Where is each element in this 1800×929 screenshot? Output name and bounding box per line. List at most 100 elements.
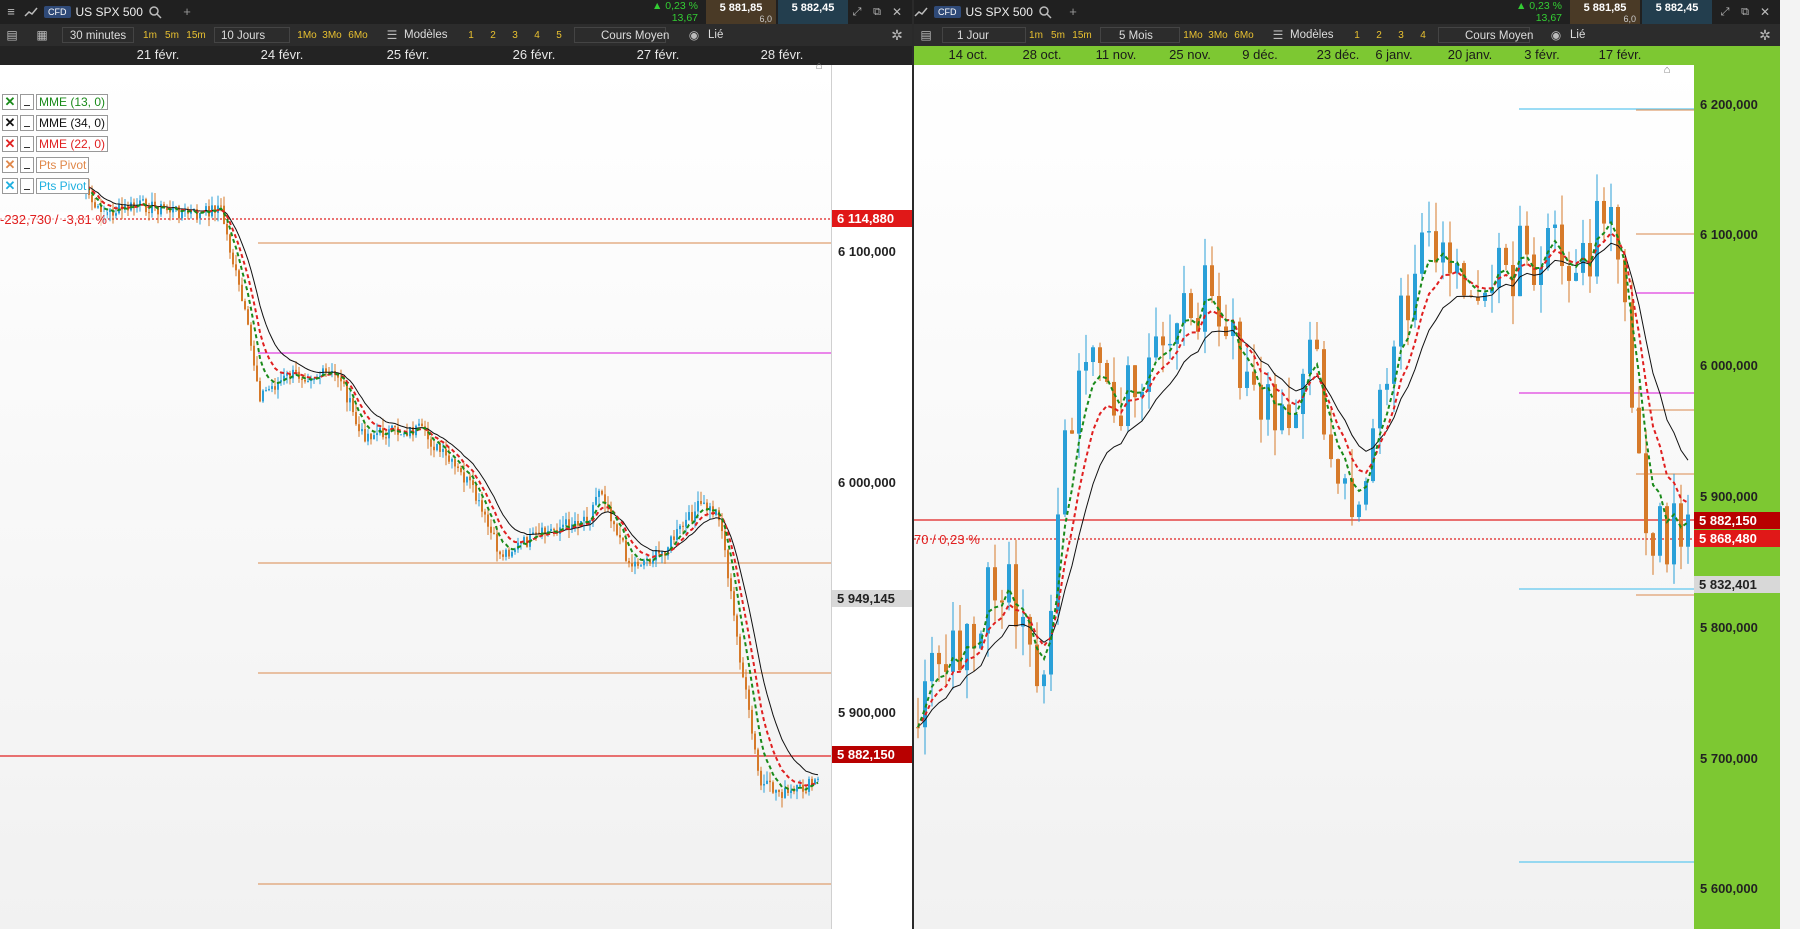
right-price-chart[interactable] bbox=[914, 65, 1694, 929]
candle-body bbox=[1189, 293, 1193, 319]
popout-icon[interactable]: ⧉ bbox=[1738, 0, 1752, 24]
eye-icon[interactable]: ◉ bbox=[686, 24, 702, 46]
popout-icon[interactable]: ⧉ bbox=[870, 0, 884, 24]
candle-body bbox=[1658, 506, 1662, 556]
expand-icon[interactable]: ⤢ bbox=[1718, 0, 1732, 24]
legend-ema13[interactable]: ✕ MME (13, 0) bbox=[2, 93, 109, 111]
candle-body bbox=[577, 520, 579, 526]
quick-period-3mo[interactable]: 3Mo bbox=[1206, 28, 1230, 43]
linked-toggle[interactable]: Lié bbox=[708, 27, 738, 43]
legend-pivots-blue[interactable]: ✕ Pts Pivot bbox=[2, 177, 90, 195]
candle-body bbox=[1077, 370, 1081, 434]
candle-body bbox=[1378, 389, 1382, 429]
home-icon[interactable]: ⌂ bbox=[1660, 62, 1674, 78]
quick-period-1mo[interactable]: 1Mo bbox=[296, 28, 318, 43]
linked-toggle[interactable]: Lié bbox=[1570, 27, 1600, 43]
slot-3[interactable]: 3 bbox=[506, 28, 524, 43]
quick-interval-1m[interactable]: 1m bbox=[140, 28, 160, 43]
interval-select[interactable]: 30 minutes bbox=[62, 27, 134, 43]
close-icon[interactable]: ✕ bbox=[1758, 0, 1772, 24]
search-icon[interactable] bbox=[149, 5, 162, 19]
price-type-select[interactable]: Cours Moyen bbox=[574, 27, 669, 43]
quick-interval-15m[interactable]: 15m bbox=[184, 28, 208, 43]
toggle-icon[interactable]: ✕ bbox=[2, 157, 18, 173]
candle-body bbox=[1084, 362, 1088, 371]
left-date-axis: 21 févr. 24 févr. 25 févr. 26 févr. 27 f… bbox=[0, 46, 912, 65]
quick-period-3mo[interactable]: 3Mo bbox=[320, 28, 344, 43]
triangle-up-icon: ▲ bbox=[1515, 0, 1527, 12]
plus-icon[interactable]: + bbox=[180, 0, 194, 24]
eye-icon[interactable]: ◉ bbox=[1548, 24, 1564, 46]
settings-icon[interactable]: ✲ bbox=[888, 24, 906, 46]
settings-icon[interactable]: ✲ bbox=[1756, 24, 1774, 46]
toggle-icon[interactable]: ✕ bbox=[2, 115, 18, 131]
slot-2[interactable]: 2 bbox=[484, 28, 502, 43]
candle-body bbox=[265, 390, 267, 392]
candle-body bbox=[256, 365, 258, 382]
models-button[interactable]: Modèles bbox=[1290, 27, 1346, 43]
quick-interval-5m[interactable]: 5m bbox=[1048, 28, 1068, 43]
quick-period-6mo[interactable]: 6Mo bbox=[346, 28, 370, 43]
date-tick: 28 oct. bbox=[1022, 47, 1062, 62]
slot-1[interactable]: 1 bbox=[462, 28, 480, 43]
left-instrument-tab[interactable]: CFD US SPX 500 bbox=[24, 0, 162, 24]
candle-body bbox=[1210, 265, 1214, 296]
expand-icon[interactable]: ⤢ bbox=[850, 0, 864, 24]
candle-body bbox=[451, 459, 453, 462]
slot-4[interactable]: 4 bbox=[1414, 28, 1432, 43]
slot-5[interactable]: 5 bbox=[550, 28, 568, 43]
slot-3[interactable]: 3 bbox=[1392, 28, 1410, 43]
quick-interval-1m[interactable]: 1m bbox=[1026, 28, 1046, 43]
period-select[interactable]: 10 Jours bbox=[214, 27, 290, 43]
candle-body bbox=[1238, 321, 1242, 388]
toggle-icon[interactable]: ✕ bbox=[2, 136, 18, 152]
quick-interval-15m[interactable]: 15m bbox=[1070, 28, 1094, 43]
buy-price-button[interactable]: 5 882,45 bbox=[1642, 0, 1712, 24]
candle-body bbox=[1539, 267, 1543, 285]
candle-body bbox=[742, 662, 744, 678]
price-type-select[interactable]: Cours Moyen bbox=[1438, 27, 1533, 43]
home-icon[interactable]: ⌂ bbox=[812, 58, 826, 74]
toggle-icon[interactable]: ✕ bbox=[2, 178, 18, 194]
slot-4[interactable]: 4 bbox=[528, 28, 546, 43]
quick-period-6mo[interactable]: 6Mo bbox=[1232, 28, 1256, 43]
templates-icon[interactable]: ▤ bbox=[918, 24, 934, 46]
triangle-up-icon: ▲ bbox=[651, 0, 663, 12]
y-axis-label: 5 900,000 bbox=[838, 705, 896, 720]
legend-label: Pts Pivot bbox=[36, 178, 90, 194]
candle-body bbox=[466, 476, 468, 483]
candle-body bbox=[796, 784, 798, 792]
models-button[interactable]: Modèles bbox=[404, 27, 460, 43]
candle-body bbox=[625, 540, 627, 561]
candle-body bbox=[670, 536, 672, 548]
candle-body bbox=[115, 213, 117, 216]
close-icon[interactable]: ✕ bbox=[890, 0, 904, 24]
candle-body bbox=[226, 224, 228, 235]
toggle-icon[interactable]: ✕ bbox=[2, 94, 18, 110]
quick-interval-5m[interactable]: 5m bbox=[162, 28, 182, 43]
sell-price-button[interactable]: 5 881,85 6,0 bbox=[706, 0, 776, 24]
candle-body bbox=[727, 550, 729, 579]
templates-icon[interactable]: ▤ bbox=[4, 24, 20, 46]
candle-body bbox=[460, 468, 462, 473]
legend-ema34[interactable]: ✕ MME (34, 0) bbox=[2, 114, 109, 132]
legend-ema22[interactable]: ✕ MME (22, 0) bbox=[2, 135, 109, 153]
layout-icon[interactable]: ▦ bbox=[34, 24, 50, 46]
sell-price-button[interactable]: 5 881,85 6,0 bbox=[1570, 0, 1640, 24]
legend-pivots-orange[interactable]: ✕ Pts Pivot bbox=[2, 156, 90, 174]
period-select[interactable]: 5 Mois bbox=[1100, 27, 1180, 43]
interval-select[interactable]: 1 Jour bbox=[942, 27, 1026, 43]
menu-icon[interactable]: ≡ bbox=[2, 0, 20, 24]
search-icon[interactable] bbox=[1039, 5, 1052, 19]
candle-body bbox=[433, 446, 435, 451]
candle-body bbox=[457, 466, 459, 469]
buy-price-button[interactable]: 5 882,45 bbox=[778, 0, 848, 24]
quick-period-1mo[interactable]: 1Mo bbox=[1182, 28, 1204, 43]
candle-body bbox=[1567, 266, 1571, 281]
candle-body bbox=[951, 630, 955, 672]
right-instrument-tab[interactable]: CFD US SPX 500 bbox=[914, 0, 1052, 24]
slot-1[interactable]: 1 bbox=[1348, 28, 1366, 43]
plus-icon[interactable]: + bbox=[1066, 0, 1080, 24]
slot-2[interactable]: 2 bbox=[1370, 28, 1388, 43]
left-price-chart[interactable] bbox=[0, 65, 832, 929]
